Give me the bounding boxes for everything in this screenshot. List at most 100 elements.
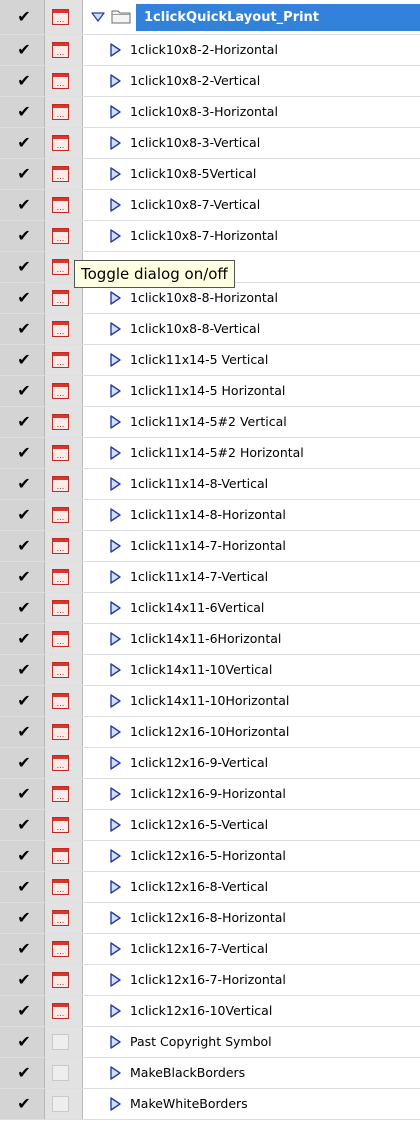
toggle-dialog-column[interactable] [45,903,83,933]
triangle-right-icon[interactable] [109,508,121,522]
toggle-item-column[interactable]: ✔ [0,345,45,375]
triangle-right-icon[interactable] [109,849,121,863]
action-row[interactable]: ✔ 1click12x16-7-Vertical [0,934,420,965]
checkmark-icon[interactable]: ✔ [16,135,32,151]
checkmark-icon[interactable]: ✔ [16,631,32,647]
toggle-dialog-column[interactable] [45,159,83,189]
dialog-icon[interactable] [52,724,69,740]
triangle-right-icon[interactable] [109,353,121,367]
action-name[interactable]: 1click11x14-5 Vertical [130,345,268,375]
toggle-dialog-column[interactable] [45,345,83,375]
dialog-icon[interactable] [52,476,69,492]
action-row[interactable]: ✔ 1click10x8-8-Vertical [0,314,420,345]
checkmark-icon[interactable]: ✔ [16,848,32,864]
toggle-dialog-column[interactable] [45,717,83,747]
triangle-right-icon[interactable] [109,291,121,305]
dialog-icon[interactable] [52,197,69,213]
checkmark-icon[interactable]: ✔ [16,166,32,182]
toggle-dialog-column[interactable] [45,314,83,344]
dialog-icon[interactable] [52,569,69,585]
triangle-right-icon[interactable] [109,787,121,801]
toggle-item-column[interactable]: ✔ [0,779,45,809]
action-row[interactable]: ✔ 1click12x16-7-Horizontal [0,965,420,996]
triangle-right-icon[interactable] [109,942,121,956]
dialog-off-box[interactable] [52,1096,69,1112]
action-name[interactable]: 1click12x16-10Horizontal [130,717,289,747]
action-row[interactable]: ✔ 1click12x16-8-Horizontal [0,903,420,934]
action-row[interactable]: ✔ 1click11x14-7-Vertical [0,562,420,593]
toggle-dialog-column[interactable] [45,965,83,995]
action-name[interactable]: 1click11x14-8-Horizontal [130,500,286,530]
toggle-dialog-column[interactable] [45,500,83,530]
checkmark-icon[interactable]: ✔ [16,910,32,926]
action-name[interactable]: 1click11x14-5#2 Vertical [130,407,287,437]
toggle-item-column[interactable]: ✔ [0,686,45,716]
triangle-right-icon[interactable] [109,632,121,646]
toggle-dialog-column[interactable] [45,655,83,685]
toggle-item-column[interactable]: ✔ [0,1058,45,1088]
action-row[interactable]: ✔ 1click10x8-2-Vertical [0,66,420,97]
checkmark-icon[interactable]: ✔ [16,569,32,585]
triangle-right-icon[interactable] [109,1035,121,1049]
action-row[interactable]: ✔ 1click11x14-5#2 Vertical [0,407,420,438]
triangle-right-icon[interactable] [109,973,121,987]
toggle-dialog-column[interactable] [45,1089,83,1119]
toggle-item-column[interactable]: ✔ [0,500,45,530]
action-row[interactable]: ✔ 1click14x11-10Vertical [0,655,420,686]
dialog-icon[interactable] [52,631,69,647]
dialog-icon[interactable] [52,321,69,337]
triangle-right-icon[interactable] [109,415,121,429]
toggle-dialog-column[interactable] [45,438,83,468]
action-name[interactable]: 1click10x8-8-Vertical [130,314,260,344]
checkmark-icon[interactable]: ✔ [16,290,32,306]
action-row[interactable]: ✔ 1click12x16-9-Horizontal [0,779,420,810]
toggle-item-column[interactable]: ✔ [0,314,45,344]
toggle-item-column[interactable]: ✔ [0,1089,45,1119]
action-row[interactable]: ✔ 1click10x8-3-Vertical [0,128,420,159]
action-name[interactable]: 1click12x16-7-Vertical [130,934,268,964]
dialog-icon[interactable] [52,848,69,864]
toggle-dialog-column[interactable] [45,66,83,96]
checkmark-icon[interactable]: ✔ [16,1096,32,1112]
dialog-icon[interactable] [52,538,69,554]
action-row[interactable]: ✔ 1click11x14-7-Horizontal [0,531,420,562]
triangle-right-icon[interactable] [109,756,121,770]
toggle-dialog-column[interactable] [45,996,83,1026]
action-row[interactable]: ✔ 1click10x8-7-Vertical [0,190,420,221]
dialog-icon[interactable] [52,941,69,957]
dialog-icon[interactable] [52,228,69,244]
action-name[interactable]: 1click10x8-3-Horizontal [130,97,278,127]
dialog-icon[interactable] [52,1003,69,1019]
action-name[interactable]: 1click12x16-7-Horizontal [130,965,286,995]
action-name[interactable]: 1click14x11-6Horizontal [130,624,281,654]
action-row[interactable]: ✔ 1click14x11-10Horizontal [0,686,420,717]
toggle-dialog-column[interactable] [45,872,83,902]
checkmark-icon[interactable]: ✔ [16,228,32,244]
dialog-icon[interactable] [52,507,69,523]
triangle-right-icon[interactable] [109,663,121,677]
checkmark-icon[interactable]: ✔ [16,972,32,988]
dialog-icon[interactable] [52,73,69,89]
triangle-right-icon[interactable] [109,818,121,832]
checkmark-icon[interactable]: ✔ [16,817,32,833]
triangle-right-icon[interactable] [109,570,121,584]
action-name[interactable]: 1click12x16-8-Vertical [130,872,268,902]
action-row[interactable]: ✔ 1click12x16-9-Vertical [0,748,420,779]
action-name[interactable]: 1click14x11-10Vertical [130,655,272,685]
dialog-icon[interactable] [52,600,69,616]
triangle-right-icon[interactable] [109,911,121,925]
checkmark-icon[interactable]: ✔ [16,321,32,337]
action-set-toggle-item[interactable]: ✔ [0,0,45,34]
checkmark-icon[interactable]: ✔ [16,724,32,740]
checkmark-icon[interactable]: ✔ [16,104,32,120]
toggle-item-column[interactable]: ✔ [0,35,45,65]
checkmark-icon[interactable]: ✔ [16,476,32,492]
action-row[interactable]: ✔ 1click12x16-10Horizontal [0,717,420,748]
triangle-right-icon[interactable] [109,322,121,336]
action-name[interactable]: 1click10x8-2-Vertical [130,66,260,96]
dialog-icon[interactable] [52,786,69,802]
action-name[interactable]: 1click11x14-8-Vertical [130,469,268,499]
dialog-icon[interactable] [52,755,69,771]
checkmark-icon[interactable]: ✔ [16,1003,32,1019]
action-row[interactable]: ✔ 1click10x8-7-Horizontal [0,221,420,252]
